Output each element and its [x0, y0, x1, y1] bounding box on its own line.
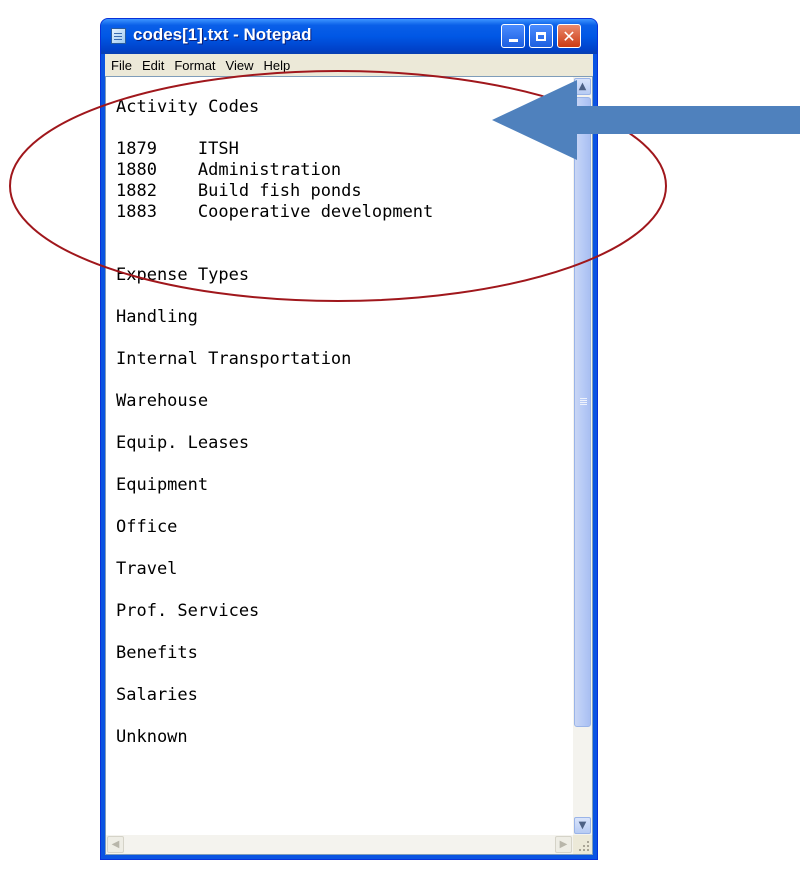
- text-line: Equip. Leases: [116, 433, 250, 453]
- text-line: Office: [116, 517, 178, 537]
- horizontal-scrollbar[interactable]: ◀ ▶: [106, 835, 573, 854]
- text-line: [116, 580, 570, 601]
- title-bar[interactable]: codes[1].txt - Notepad ✕: [101, 19, 597, 54]
- text-line: Benefits: [116, 643, 198, 663]
- grip-icon: [580, 398, 587, 399]
- text-line: [116, 223, 570, 244]
- scroll-left-button[interactable]: ◀: [107, 836, 124, 853]
- text-line: [116, 328, 570, 349]
- resize-grip-icon[interactable]: [573, 835, 592, 854]
- maximize-button[interactable]: [529, 24, 553, 48]
- text-line: [116, 286, 570, 307]
- text-line: [116, 706, 570, 727]
- text-line: Handling: [116, 307, 198, 327]
- text-line: Unknown: [116, 727, 188, 747]
- minimize-icon: [508, 39, 518, 42]
- scroll-right-button[interactable]: ▶: [555, 836, 572, 853]
- text-line: [116, 370, 570, 391]
- vertical-scroll-thumb[interactable]: [574, 97, 591, 727]
- text-line: Expense Types: [116, 265, 250, 285]
- text-line: [116, 244, 570, 265]
- text-line: 1880 Administration: [116, 160, 342, 180]
- text-line: [116, 622, 570, 643]
- text-line: Warehouse: [116, 391, 209, 411]
- menu-file[interactable]: File: [105, 58, 137, 73]
- chevron-left-icon: ◀: [111, 839, 120, 850]
- text-line: 1883 Cooperative development: [116, 202, 434, 222]
- text-editor[interactable]: Activity Codes 1879 ITSH 1880 Administra…: [105, 76, 593, 855]
- text-line: [116, 412, 570, 433]
- menu-view[interactable]: View: [221, 58, 259, 73]
- vertical-scrollbar[interactable]: ▲ ▼: [573, 77, 592, 835]
- text-line: Internal Transportation: [116, 349, 352, 369]
- maximize-icon: [536, 31, 546, 41]
- chevron-up-icon: ▲: [578, 81, 587, 92]
- text-line: Travel: [116, 559, 178, 579]
- close-button[interactable]: ✕: [557, 24, 581, 48]
- notepad-window: codes[1].txt - Notepad ✕ File Edit Forma…: [100, 18, 598, 860]
- menu-format[interactable]: Format: [169, 58, 220, 73]
- scroll-up-button[interactable]: ▲: [574, 78, 591, 95]
- chevron-down-icon: ▼: [578, 820, 587, 831]
- text-line: Salaries: [116, 685, 198, 705]
- text-line: Equipment: [116, 475, 209, 495]
- text-line: [116, 538, 570, 559]
- text-line: [116, 118, 570, 139]
- text-line: 1879 ITSH: [116, 139, 239, 159]
- menu-help[interactable]: Help: [258, 58, 295, 73]
- text-line: [116, 664, 570, 685]
- notepad-icon[interactable]: [111, 28, 126, 44]
- minimize-button[interactable]: [501, 24, 525, 48]
- menu-bar: File Edit Format View Help: [105, 54, 593, 76]
- window-frame: File Edit Format View Help Activity Code…: [105, 54, 593, 855]
- text-line: 1882 Build fish ponds: [116, 181, 362, 201]
- text-line: [116, 454, 570, 475]
- text-line: [116, 496, 570, 517]
- chevron-right-icon: ▶: [559, 839, 568, 850]
- menu-edit[interactable]: Edit: [137, 58, 169, 73]
- window-title: codes[1].txt - Notepad: [133, 25, 312, 44]
- text-line: Activity Codes: [116, 97, 260, 117]
- editor-text[interactable]: Activity Codes 1879 ITSH 1880 Administra…: [116, 97, 570, 832]
- close-icon: ✕: [562, 26, 576, 46]
- scroll-down-button[interactable]: ▼: [574, 817, 591, 834]
- text-line: Prof. Services: [116, 601, 260, 621]
